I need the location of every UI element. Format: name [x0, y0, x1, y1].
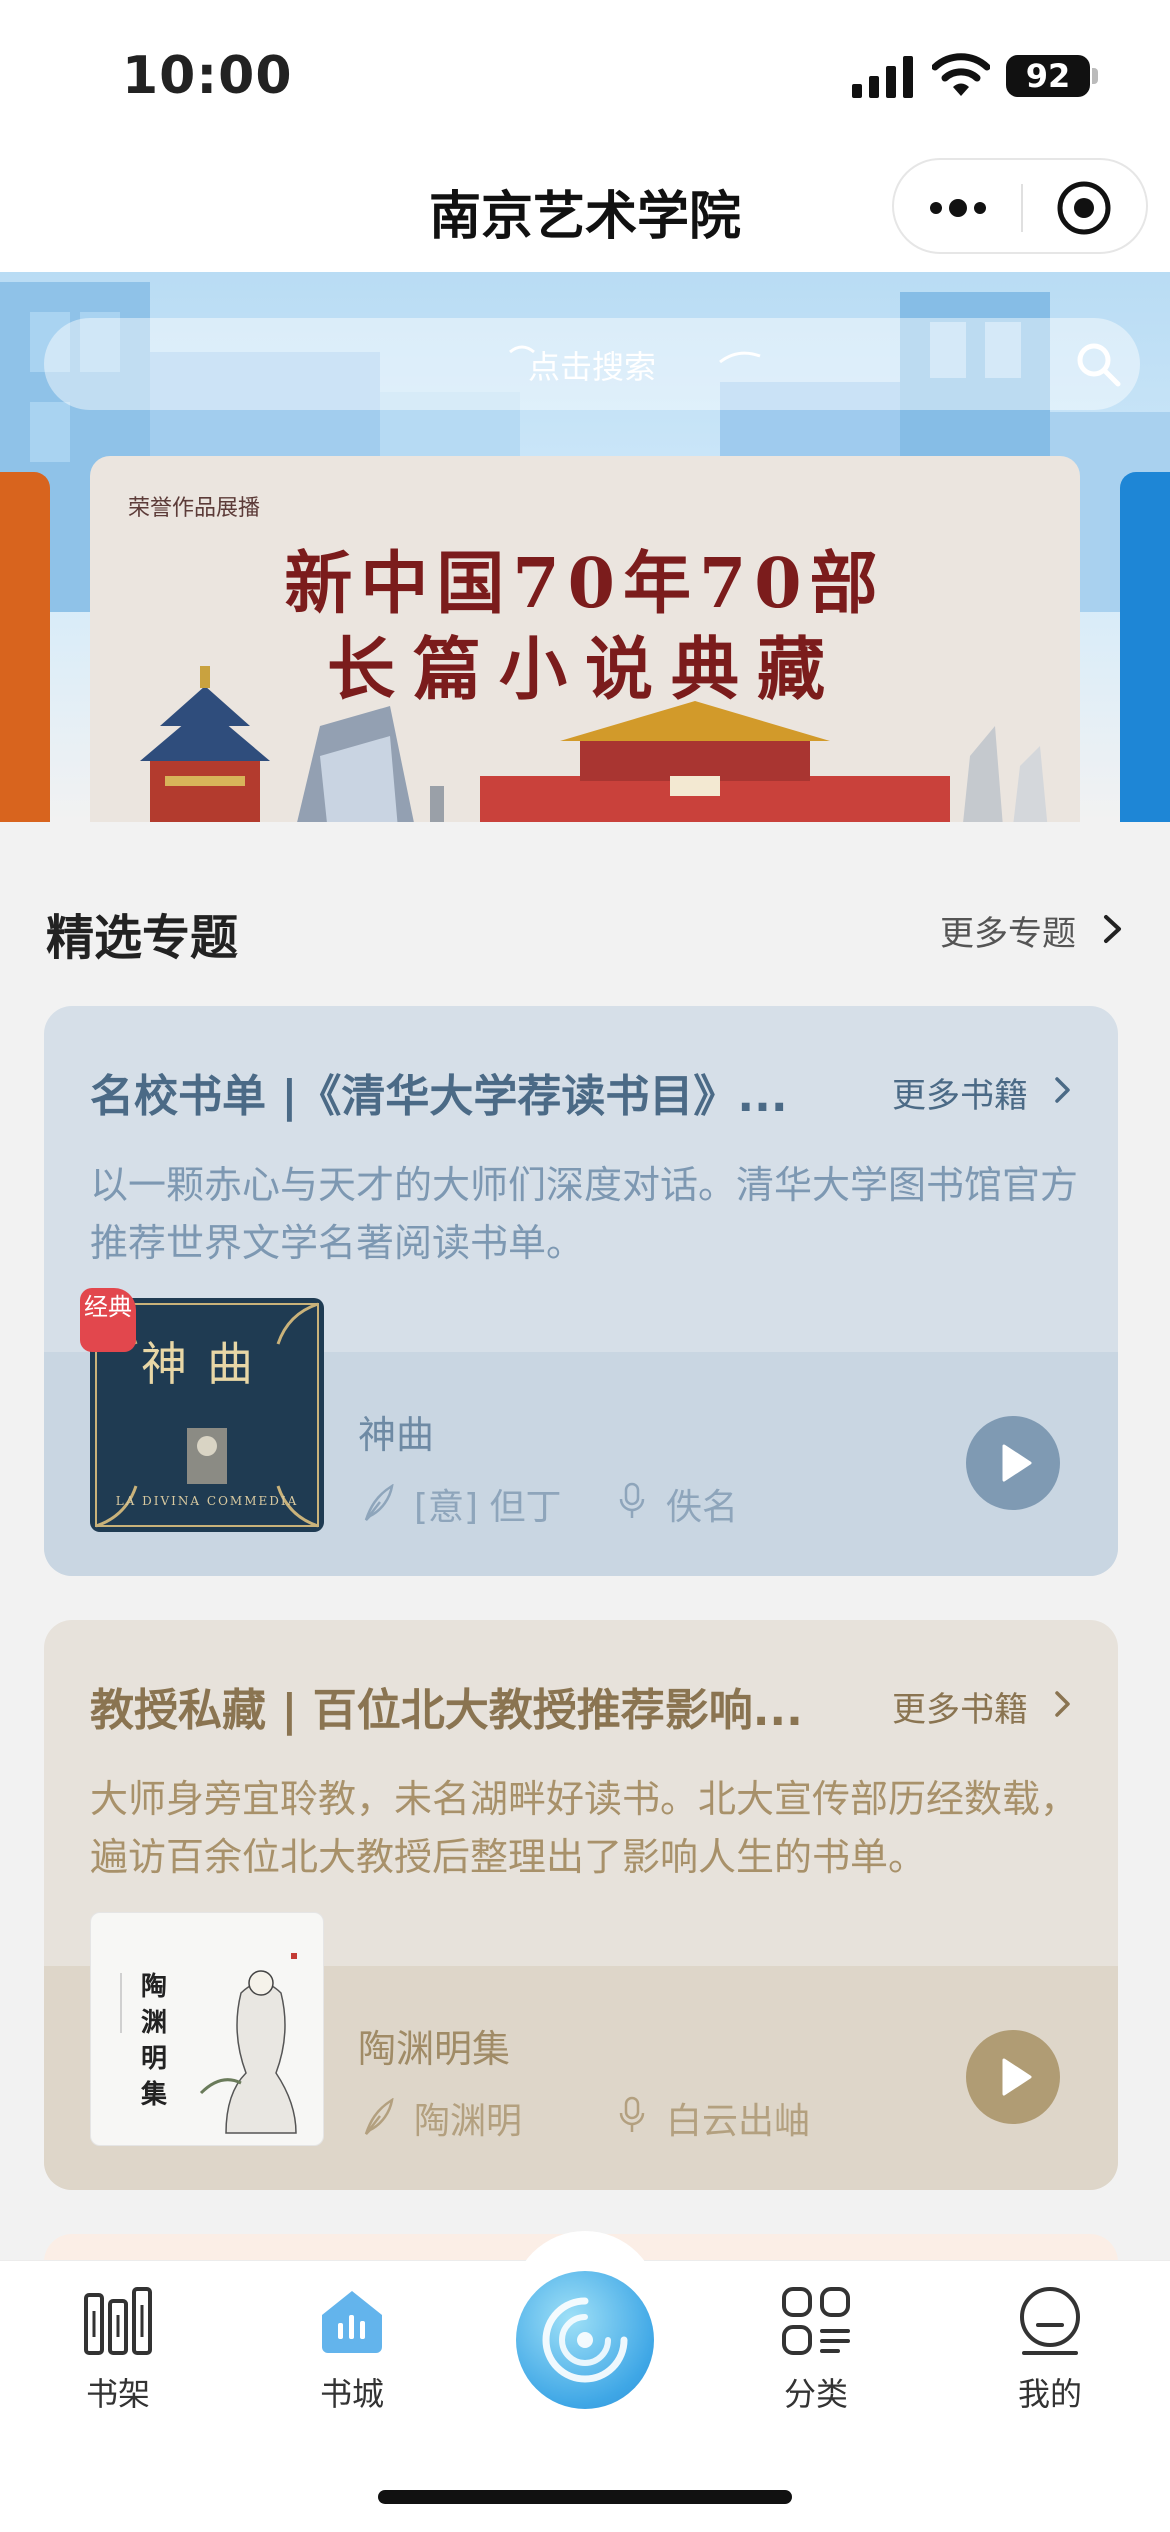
battery-tip — [1092, 68, 1098, 84]
tab-label: 书城 — [319, 2375, 384, 2413]
banner-headline-1: 新中国70年70部 — [284, 544, 886, 624]
microphone-icon — [619, 2096, 645, 2132]
tab-bookstore[interactable]: 书城 — [272, 2271, 432, 2421]
topic-description: 大师身旁宜聆教，未名湖畔好读书。北大宣传部历经数载，遍访百余位北大教授后整理出了… — [90, 1777, 1079, 1879]
home-indicator — [378, 2490, 792, 2504]
section-title: 精选专题 — [46, 910, 239, 966]
search-icon[interactable] — [1074, 340, 1122, 388]
cellular-signal-icon — [852, 56, 913, 98]
play-button[interactable] — [966, 1416, 1060, 1510]
banner-landmarks-illustration — [140, 666, 1048, 822]
capsule-divider — [1021, 184, 1023, 232]
tab-label: 分类 — [783, 2375, 848, 2413]
more-books-link[interactable]: 更多书籍 — [892, 1068, 1028, 1117]
book-cover-art — [120, 1953, 297, 2134]
topic-title[interactable]: 名校书单 |《清华大学荐读书目》... — [90, 1060, 810, 1124]
author-quill-icon — [364, 2098, 394, 2135]
book-author: 陶渊明 — [414, 2101, 523, 2142]
topic-title[interactable]: 教授私藏 | 百位北大教授推荐影响... — [90, 1674, 810, 1738]
tab-category[interactable]: 分类 — [736, 2271, 896, 2421]
bookshelf-icon — [84, 2287, 152, 2355]
more-books-link[interactable]: 更多书籍 — [892, 1682, 1028, 1731]
player-orb-button[interactable] — [516, 2271, 654, 2409]
author-quill-icon — [364, 1484, 394, 1521]
book-cover-subtitle: LA DIVINA COMMEDIA — [115, 1494, 299, 1508]
play-button[interactable] — [966, 2030, 1060, 2124]
book-narrator: 佚名 — [666, 1487, 739, 1528]
book-author: [意] 但丁 — [414, 1487, 562, 1528]
battery-indicator: 92 — [1006, 55, 1090, 97]
more-topics-link[interactable]: 更多专题 — [940, 906, 1076, 955]
status-bar: 10:00 92 — [0, 0, 1170, 150]
topic-card[interactable]: 教授私藏 | 百位北大教授推荐影响... 更多书籍 大师身旁宜聆教，未名湖畔好读… — [44, 1620, 1118, 2190]
book-name[interactable]: 神曲 — [358, 1404, 434, 1459]
play-icon — [1002, 2058, 1032, 2096]
book-cover-title: 陶渊明集 — [141, 1972, 168, 2110]
tab-bookshelf[interactable]: 书架 — [38, 2271, 198, 2421]
topic-description: 以一颗赤心与天才的大师们深度对话。清华大学图书馆官方推荐世界文学名著阅读书单。 — [90, 1163, 1079, 1265]
chevron-right-icon[interactable] — [1054, 1076, 1072, 1104]
hero-area: 点击搜索 荣誉作品展播 新中国70年70部 长篇小说典藏 — [0, 272, 1170, 822]
player-orb-icon — [542, 2297, 628, 2383]
close-mini-program-icon[interactable] — [1056, 180, 1112, 236]
status-time: 10:00 — [122, 46, 293, 106]
search-placeholder: 点击搜索 — [527, 348, 656, 386]
tab-label: 我的 — [1017, 2375, 1082, 2413]
featured-banner[interactable]: 荣誉作品展播 新中国70年70部 长篇小说典藏 — [90, 456, 1080, 822]
book-narrator: 白云出岫 — [666, 2101, 811, 2142]
carousel-prev-banner[interactable] — [0, 472, 50, 822]
tab-label: 书架 — [85, 2375, 150, 2413]
chevron-right-icon[interactable] — [1054, 1690, 1072, 1718]
profile-icon — [1020, 2287, 1080, 2355]
banner-label: 荣誉作品展播 — [128, 496, 261, 521]
carousel-next-banner[interactable] — [1120, 472, 1170, 822]
microphone-icon — [619, 1482, 645, 1518]
topic-card[interactable]: 名校书单 |《清华大学荐读书目》... 更多书籍 以一颗赤心与天才的大师们深度对… — [44, 1006, 1118, 1576]
more-options-icon[interactable] — [922, 188, 994, 228]
book-name[interactable]: 陶渊明集 — [358, 2018, 510, 2073]
play-icon — [1002, 1444, 1032, 1482]
wifi-icon — [932, 53, 990, 96]
classic-badge: 经典 — [80, 1288, 136, 1352]
bookstore-icon — [322, 2291, 382, 2353]
nav-bar: 南京艺术学院 — [0, 150, 1170, 272]
mini-program-capsule — [892, 158, 1148, 254]
search-bar[interactable]: 点击搜索 — [44, 318, 1140, 410]
chevron-right-icon[interactable] — [1102, 914, 1124, 944]
category-icon — [782, 2287, 850, 2355]
book-cover[interactable]: 陶渊明集 — [90, 1912, 324, 2146]
tab-profile[interactable]: 我的 — [970, 2271, 1130, 2421]
